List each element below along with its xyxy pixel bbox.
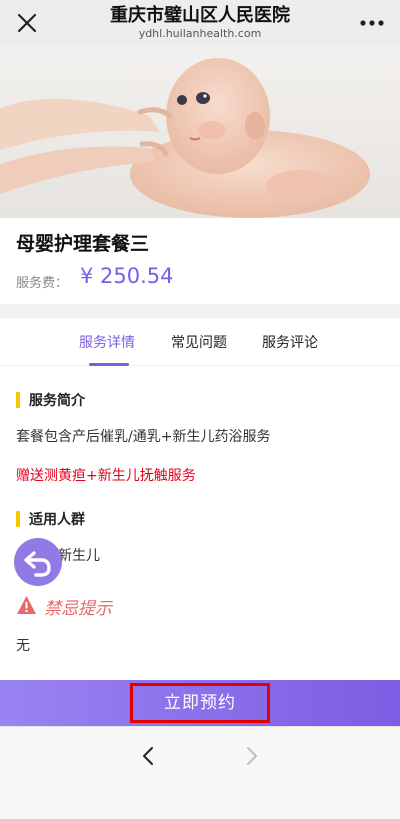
browser-nav-bar bbox=[0, 726, 400, 819]
intro-heading: 服务简介 bbox=[16, 390, 85, 410]
warning-text: 无 bbox=[16, 638, 30, 654]
tab-service-details[interactable]: 服务详情 bbox=[79, 332, 135, 352]
return-arrow-icon bbox=[24, 551, 51, 577]
audience-heading: 适用人群 bbox=[16, 509, 85, 529]
active-tab-indicator bbox=[89, 363, 129, 366]
page-title: 重庆市璧山区人民医院 bbox=[110, 5, 290, 26]
product-title: 母婴护理套餐三 bbox=[16, 233, 150, 255]
book-now-button[interactable]: 立即预约 bbox=[130, 683, 270, 723]
tab-faq[interactable]: 常见问题 bbox=[171, 332, 227, 352]
tab-reviews[interactable]: 服务评论 bbox=[262, 332, 318, 352]
warning-row: 禁忌提示 bbox=[16, 594, 216, 619]
top-nav-bar: 重庆市璧山区人民医院 ydhl.huilanhealth.com bbox=[0, 0, 400, 46]
hero-image bbox=[0, 46, 400, 218]
warning-triangle-icon bbox=[17, 596, 36, 614]
close-icon[interactable] bbox=[14, 10, 40, 36]
price: ¥ 250.54 bbox=[80, 264, 174, 288]
floating-back-button[interactable] bbox=[14, 538, 62, 586]
fee-label: 服务费： bbox=[16, 276, 69, 291]
chevron-right-icon[interactable] bbox=[240, 745, 262, 767]
warning-heading: 禁忌提示 bbox=[44, 599, 112, 619]
page-url: ydhl.huilanhealth.com bbox=[138, 27, 262, 40]
gift-text: 赠送测黄疸+新生儿抚触服务 bbox=[16, 468, 196, 484]
chevron-left-icon[interactable] bbox=[138, 745, 160, 767]
booking-bar: 立即预约 bbox=[0, 680, 400, 726]
more-dots-icon[interactable] bbox=[356, 12, 388, 34]
intro-text: 套餐包含产后催乳/通乳+新生儿药浴服务 bbox=[16, 429, 271, 445]
tab-bar: 服务详情 常见问题 服务评论 bbox=[0, 318, 400, 366]
baby-massage-illustration bbox=[0, 46, 400, 218]
section-divider bbox=[0, 304, 400, 318]
